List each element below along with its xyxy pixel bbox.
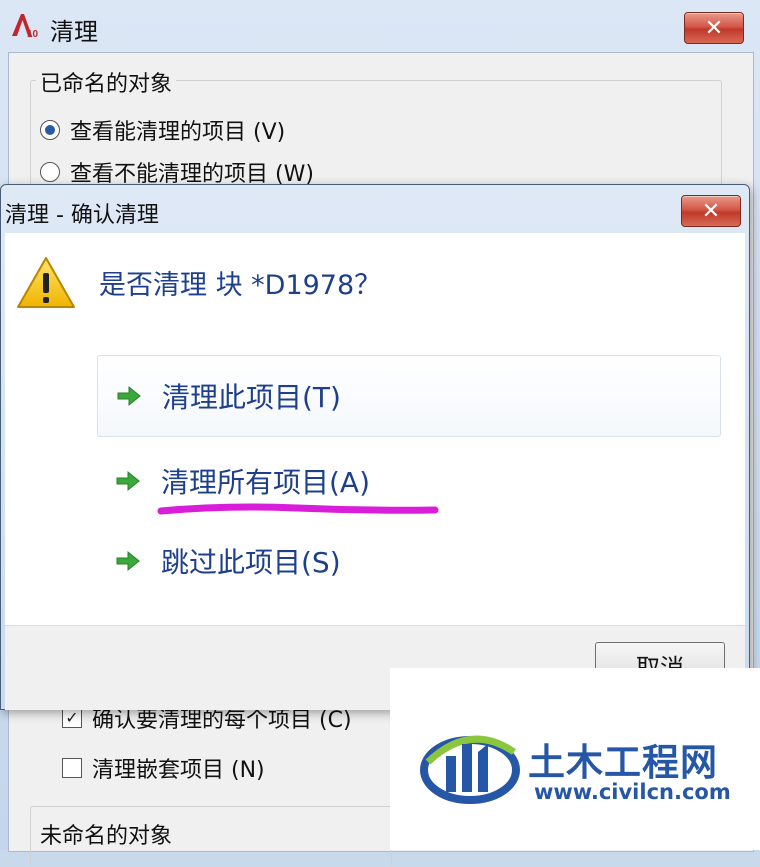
purge-window-close-button[interactable]: ✕ (684, 12, 744, 44)
radio-view-purgeable[interactable]: 查看能清理的项目 (V) (40, 114, 285, 146)
svg-text:10: 10 (27, 29, 39, 38)
highlight-underline (157, 503, 439, 515)
command-purge-this-item[interactable]: 清理此项目(T) (97, 355, 721, 437)
radio-selected-icon (40, 120, 60, 140)
warning-icon (17, 257, 75, 308)
close-icon: ✕ (704, 15, 724, 41)
watermark-site-name: 土木工程网 (528, 741, 718, 784)
purge-window-titlebar: 10 清理 ✕ (0, 0, 760, 54)
civilcn-logo-icon (420, 735, 520, 804)
close-icon: ✕ (701, 198, 721, 224)
confirm-purge-dialog-close-button[interactable]: ✕ (681, 195, 741, 227)
unnamed-objects-group-label: 未命名的对象 (36, 818, 177, 850)
green-arrow-icon (117, 385, 141, 407)
checkbox-checked-icon: ✓ (62, 708, 82, 728)
command-skip-this-item[interactable]: 跳过此项目(S) (97, 521, 719, 601)
confirm-purge-dialog-title: 清理 - 确认清理 (5, 203, 159, 228)
command-purge-this-item-label: 清理此项目(T) (162, 381, 341, 414)
checkbox-purge-nested[interactable]: 清理嵌套项目 (N) (62, 752, 265, 784)
confirm-question: 是否清理 块 *D1978？ (99, 270, 382, 301)
green-arrow-icon (116, 550, 140, 572)
checkbox-unchecked-icon (62, 758, 82, 778)
radio-unselected-icon (40, 162, 60, 182)
command-skip-this-item-label: 跳过此项目(S) (161, 546, 341, 579)
confirm-purge-dialog: 清理 - 确认清理 ✕ 是否清理 块 *D1978？ 清理此项目(T) 清理所有… (0, 184, 750, 710)
autocad-app-icon: 10 (12, 14, 39, 38)
green-arrow-icon (116, 470, 140, 492)
purge-window-title: 清理 (50, 18, 98, 46)
watermark: 土木工程网 www.civilcn.com (390, 668, 760, 850)
checkbox-purge-nested-label: 清理嵌套项目 (N) (92, 758, 265, 783)
named-objects-group-label: 已命名的对象 (36, 66, 177, 98)
watermark-url: www.civilcn.com (534, 780, 731, 804)
radio-view-purgeable-label: 查看能清理的项目 (V) (70, 120, 286, 145)
